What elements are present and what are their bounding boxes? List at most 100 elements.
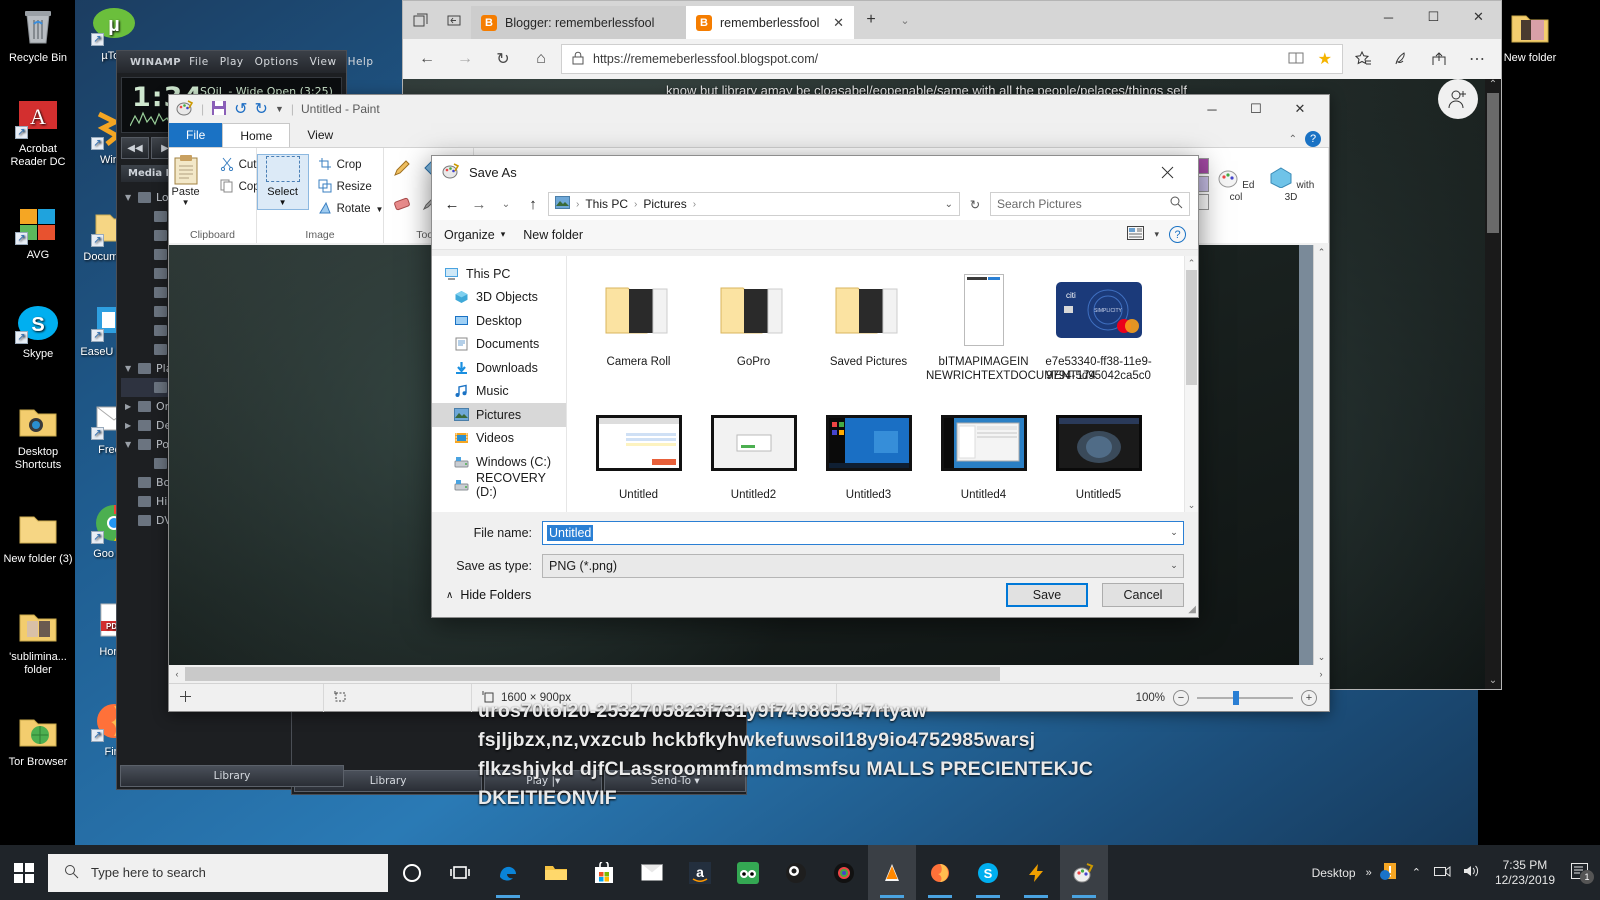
minimize-button[interactable]: ─	[1366, 1, 1411, 33]
tree-expander-icon[interactable]: ▼	[125, 364, 133, 373]
avg-tray-icon[interactable]	[1376, 861, 1404, 884]
winamp-menu-file[interactable]: File	[189, 56, 209, 68]
breadcrumb[interactable]: › This PC › Pictures › ⌄	[548, 192, 960, 216]
home-button[interactable]: ⌂	[523, 43, 559, 75]
zoom-slider[interactable]	[1197, 690, 1293, 706]
sidebar-item-windows-c[interactable]: Windows (C:)	[432, 450, 566, 474]
scrollbar-thumb[interactable]	[1487, 93, 1499, 233]
refresh-button[interactable]: ↻	[485, 43, 521, 75]
breadcrumb-dropdown-icon[interactable]: ⌄	[945, 199, 953, 210]
file-item[interactable]: Saved Pictures	[811, 264, 926, 383]
paint-close-button[interactable]: ✕	[1278, 96, 1322, 123]
savetype-dropdown-icon[interactable]: ⌄	[1165, 560, 1183, 571]
taskbar-mail-icon[interactable]	[628, 845, 676, 900]
network-icon[interactable]	[1429, 864, 1456, 881]
volume-icon[interactable]	[1458, 864, 1485, 881]
taskbar-cortana-icon[interactable]	[388, 845, 436, 900]
filename-dropdown-icon[interactable]: ⌄	[1165, 527, 1183, 538]
maximize-button[interactable]: ☐	[1411, 1, 1456, 33]
taskbar-firefox-icon[interactable]	[916, 845, 964, 900]
help-icon[interactable]: ?	[1169, 226, 1186, 243]
more-icon[interactable]: ⋯	[1459, 43, 1495, 75]
paint-minimize-button[interactable]: ─	[1190, 96, 1234, 123]
paint-maximize-button[interactable]: ☐	[1234, 96, 1278, 123]
edge-tab-bar[interactable]: B Blogger: rememberlessfool B rememberle…	[403, 1, 1501, 39]
desktop-icon-tor-browser[interactable]: Tor Browser	[2, 710, 74, 769]
file-list-scrollbar[interactable]: ⌃ ⌄	[1184, 256, 1198, 512]
browser-tab-2[interactable]: B rememberlessfool ✕	[686, 6, 854, 39]
file-grid-row2[interactable]: Untitled Untitled2 Untitled3 Untitled4 Untit…	[567, 397, 1198, 512]
file-item[interactable]: Untitled2	[696, 397, 811, 503]
help-icon[interactable]: ?	[1305, 131, 1321, 147]
nav-up-button[interactable]: ↑	[521, 192, 545, 216]
sidebar-item-3d-objects[interactable]: 3D Objects	[432, 286, 566, 310]
ribbon-collapse-icon[interactable]: ⌃	[1289, 134, 1297, 145]
favorites-star-icon[interactable]: ★	[1318, 49, 1332, 69]
file-scroll-up-icon[interactable]: ⌃	[1185, 256, 1198, 270]
set-aside-tabs-icon[interactable]	[437, 1, 471, 39]
save-as-titlebar[interactable]: Save As	[432, 156, 1198, 188]
redo-icon[interactable]: ↻	[255, 99, 268, 119]
taskbar-amazon-icon[interactable]: a	[676, 845, 724, 900]
search-input[interactable]: Search Pictures	[990, 192, 1190, 216]
nav-recent-locations-button[interactable]: ⌄	[494, 192, 518, 216]
edge-nav-bar[interactable]: ← → ↻ ⌂ https://rememeberlessfool.blogsp…	[403, 39, 1501, 79]
edge-window-controls[interactable]: ─ ☐ ✕	[1366, 1, 1501, 33]
back-button[interactable]: ←	[409, 43, 445, 75]
browser-scrollbar[interactable]: ⌃ ⌄	[1485, 79, 1501, 689]
share-icon[interactable]	[1421, 43, 1457, 75]
desktop-icon-new-folder-3[interactable]: New folder (3)	[2, 507, 74, 566]
hscroll-thumb[interactable]	[185, 667, 1000, 681]
taskbar-paint-icon[interactable]	[1060, 845, 1108, 900]
filename-input[interactable]: Untitled ⌄	[542, 520, 1184, 545]
winamp-menu-help[interactable]: Help	[348, 56, 374, 68]
save-button[interactable]: Save	[1006, 583, 1088, 607]
tab-close-icon[interactable]: ✕	[833, 15, 844, 31]
taskbar-skype-icon[interactable]: S	[964, 845, 1012, 900]
taskbar-microsoft-store-icon[interactable]	[580, 845, 628, 900]
breadcrumb-this-pc[interactable]: This PC	[585, 197, 628, 211]
taskbar-file-explorer-icon[interactable]	[532, 845, 580, 900]
sidebar-item-downloads[interactable]: Downloads	[432, 356, 566, 380]
sidebar-item-music[interactable]: Music	[432, 380, 566, 404]
desktop-icon-avg[interactable]: ↗ AVG	[2, 203, 74, 262]
action-center-icon[interactable]: 1	[1565, 863, 1594, 884]
crop-button[interactable]: Crop	[318, 154, 384, 176]
hscroll-right-icon[interactable]: ›	[1313, 669, 1329, 679]
save-as-dialog[interactable]: Save As ← → ⌄ ↑ › This PC › Pictures › ⌄…	[431, 155, 1199, 618]
sidebar-item-desktop[interactable]: Desktop	[432, 309, 566, 333]
file-item[interactable]: Camera Roll	[581, 264, 696, 383]
close-button[interactable]: ✕	[1456, 1, 1501, 33]
sidebar-item-videos[interactable]: Videos	[432, 427, 566, 451]
winamp-titlebar[interactable]: WINAMP File Play Options View Help	[117, 51, 373, 73]
resize-button[interactable]: Resize	[318, 176, 384, 198]
save-as-file-list[interactable]: Camera Roll GoPro Saved Pictures bITMAPIMAG…	[567, 256, 1198, 512]
desktop-icon-new-folder[interactable]: New folder	[1494, 6, 1566, 65]
taskbar[interactable]: Type here to search a S Desktop » ⌃ 7:35…	[0, 845, 1600, 900]
desktop-icon-recycle-bin[interactable]: Recycle Bin	[2, 6, 74, 65]
tray-desktop-label[interactable]: Desktop	[1306, 866, 1362, 880]
zoom-out-button[interactable]: −	[1173, 689, 1189, 706]
view-layout-icon[interactable]	[1127, 226, 1145, 243]
paste-button[interactable]: Paste ▼	[160, 154, 212, 207]
nav-back-button[interactable]: ←	[440, 192, 464, 216]
file-item[interactable]: Untitled	[581, 397, 696, 503]
organize-button[interactable]: Organize ▾	[444, 228, 505, 242]
paint-icon[interactable]	[176, 99, 194, 120]
start-button[interactable]	[0, 845, 48, 900]
system-tray[interactable]: Desktop » ⌃ 7:35 PM 12/23/2019 1	[1306, 858, 1600, 888]
browser-tab-1[interactable]: B Blogger: rememberlessfool	[471, 6, 686, 39]
clock[interactable]: 7:35 PM 12/23/2019	[1487, 858, 1563, 888]
tree-expander-icon[interactable]: ▶	[125, 421, 133, 430]
new-tab-button[interactable]: +	[854, 1, 888, 39]
sidebar-item-documents[interactable]: Documents	[432, 333, 566, 357]
chevron-up-icon[interactable]: ⌃	[1406, 866, 1427, 879]
taskbar-color-app-icon[interactable]	[820, 845, 868, 900]
file-item[interactable]: citi SIMPLICITY e7e53340-ff38-11e9-9794-5d…	[1041, 264, 1156, 383]
tree-expander-icon[interactable]: ▶	[125, 402, 133, 411]
tree-expander-icon[interactable]: ▼	[125, 193, 133, 202]
select-button[interactable]: Select ▼	[256, 154, 309, 210]
zoom-in-button[interactable]: +	[1301, 689, 1317, 706]
save-as-sidebar[interactable]: This PC 3D Objects Desktop Documents Downloa…	[432, 256, 567, 512]
breadcrumb-pictures[interactable]: Pictures	[643, 197, 686, 211]
